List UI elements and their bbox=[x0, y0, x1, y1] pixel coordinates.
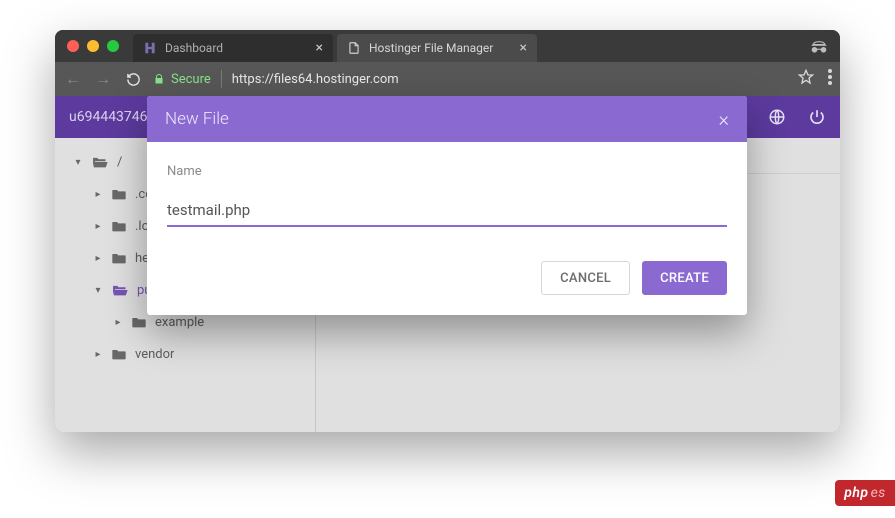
file-manager-app: u694443746 › public_html ▾/▸.co▸.log▸hel… bbox=[55, 96, 840, 432]
globe-icon[interactable] bbox=[768, 108, 786, 126]
divider bbox=[221, 70, 222, 88]
bookmark-star-icon[interactable] bbox=[798, 69, 814, 89]
tab-dashboard[interactable]: Dashboard × bbox=[133, 34, 333, 62]
browser-tabs: Dashboard × Hostinger File Manager × bbox=[133, 30, 840, 62]
power-icon[interactable] bbox=[808, 108, 826, 126]
secure-label: Secure bbox=[171, 72, 211, 87]
modal-header: New File × bbox=[147, 96, 747, 142]
watermark-badge: phpes bbox=[835, 480, 895, 506]
close-window-button[interactable] bbox=[67, 40, 79, 52]
incognito-icon bbox=[810, 38, 828, 57]
modal-title: New File bbox=[165, 109, 229, 129]
close-icon[interactable]: × bbox=[719, 107, 729, 131]
url-text: https://files64.hostinger.com bbox=[232, 72, 399, 87]
tab-label: Dashboard bbox=[165, 41, 223, 55]
address-bar: ← → Secure https://files64.hostinger.com bbox=[55, 62, 840, 96]
close-icon[interactable]: × bbox=[316, 40, 323, 56]
h-logo-icon bbox=[143, 41, 157, 55]
tab-label: Hostinger File Manager bbox=[369, 41, 493, 55]
back-button[interactable]: ← bbox=[63, 69, 83, 89]
lock-icon bbox=[153, 72, 165, 86]
document-icon bbox=[347, 41, 361, 55]
window-controls bbox=[67, 40, 119, 52]
minimize-window-button[interactable] bbox=[87, 40, 99, 52]
secure-indicator[interactable]: Secure bbox=[153, 72, 211, 87]
url-display[interactable]: https://files64.hostinger.com bbox=[232, 72, 399, 87]
close-icon[interactable]: × bbox=[520, 40, 527, 56]
browser-menu-icon[interactable] bbox=[828, 69, 832, 89]
forward-button[interactable]: → bbox=[93, 69, 113, 89]
filename-input[interactable] bbox=[167, 197, 727, 227]
reload-button[interactable] bbox=[123, 72, 143, 87]
new-file-modal: New File × Name CANCEL CREATE bbox=[147, 96, 747, 315]
titlebar: Dashboard × Hostinger File Manager × bbox=[55, 30, 840, 62]
create-button[interactable]: CREATE bbox=[642, 261, 727, 295]
browser-window: Dashboard × Hostinger File Manager × ← →… bbox=[55, 30, 840, 432]
maximize-window-button[interactable] bbox=[107, 40, 119, 52]
field-label: Name bbox=[167, 164, 727, 179]
tab-file-manager[interactable]: Hostinger File Manager × bbox=[337, 34, 537, 62]
breadcrumb-account[interactable]: u694443746 bbox=[69, 109, 148, 125]
cancel-button[interactable]: CANCEL bbox=[541, 261, 630, 295]
